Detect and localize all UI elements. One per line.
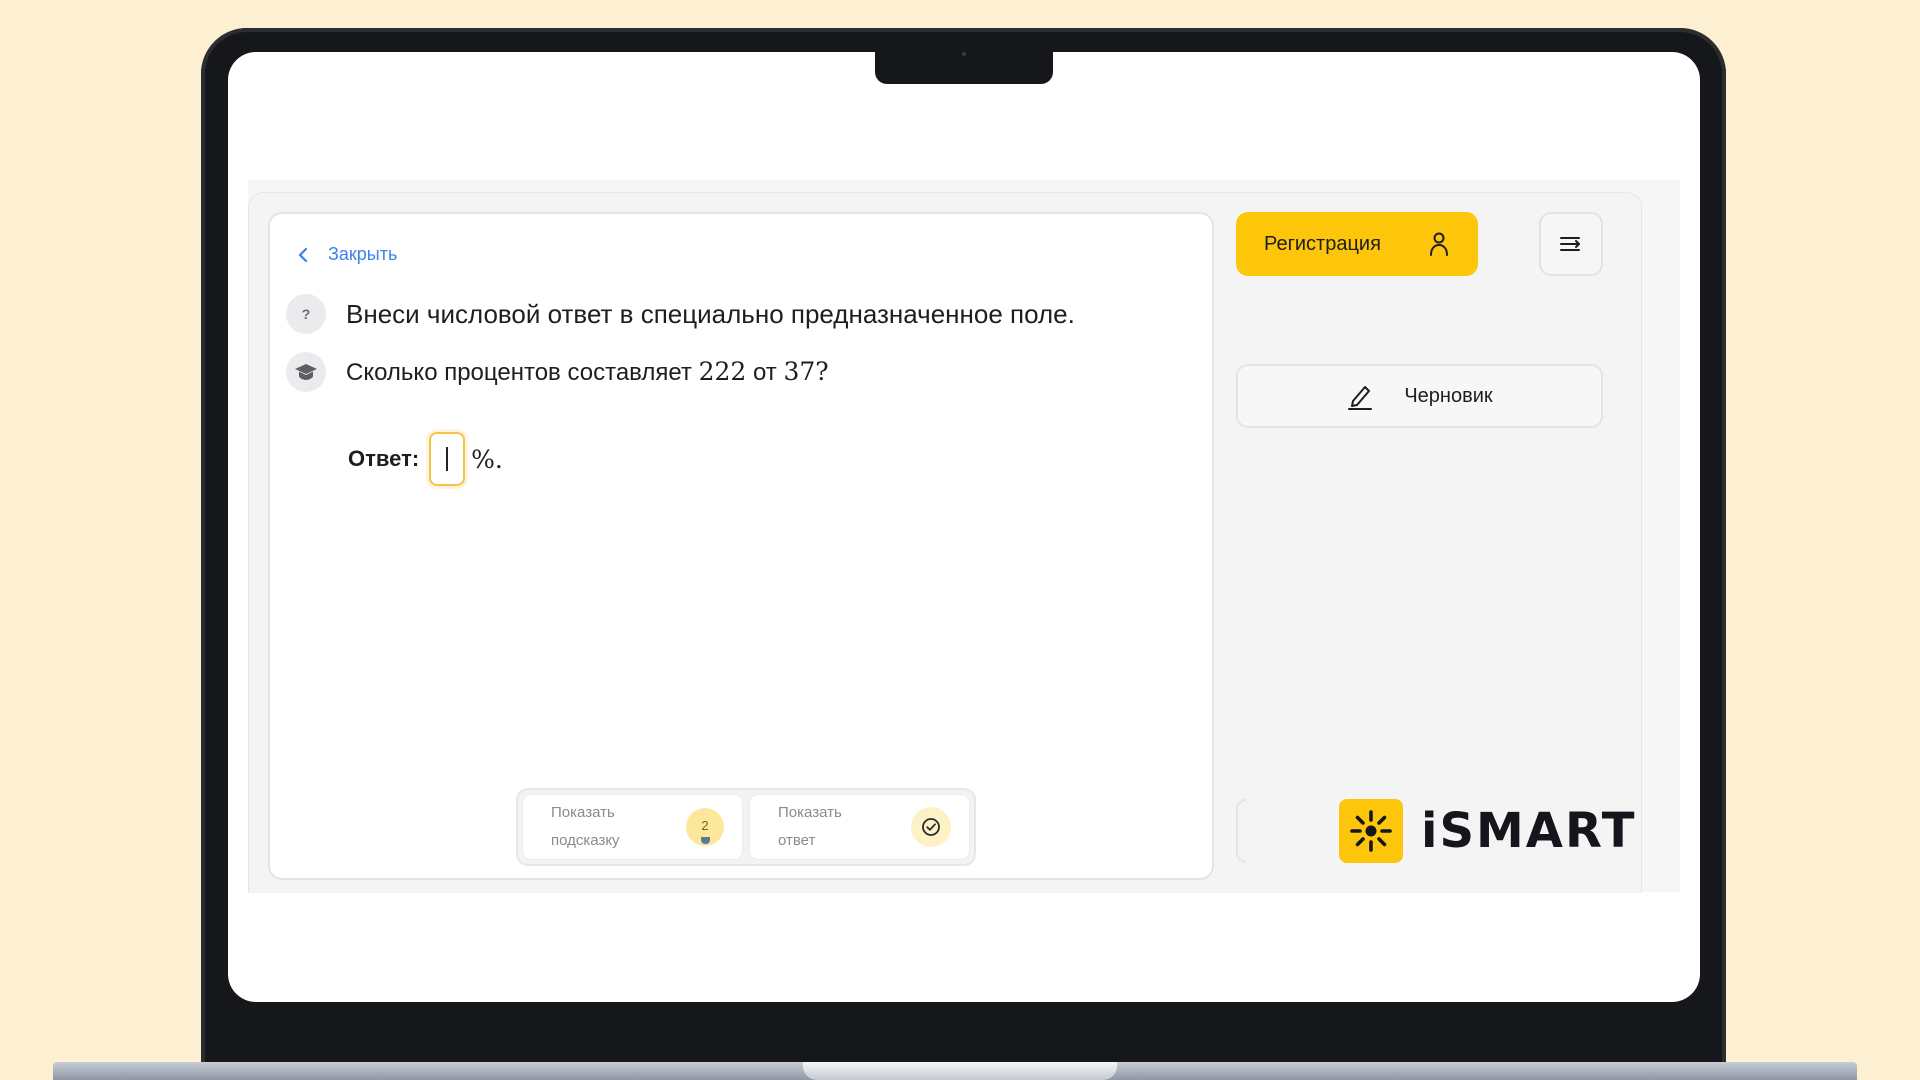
question-mid: от [752, 359, 777, 386]
question-mark-icon: ? [286, 294, 326, 334]
draft-label: Черновик [1404, 384, 1493, 407]
text-caret [446, 447, 449, 471]
pencil-icon [1348, 386, 1373, 410]
check-circle-icon [911, 807, 951, 847]
ismart-logo: iSMART [1339, 799, 1636, 863]
close-label: Закрыть [328, 244, 398, 264]
instruction-text: Внеси числовой ответ в специально предна… [346, 298, 1075, 329]
lightbulb-base [701, 837, 710, 844]
question-number-b: 37? [783, 357, 829, 386]
show-answer-line2: ответ [778, 832, 816, 849]
task-card: Закрыть ? Внеси числовой ответ в специал… [268, 212, 1214, 880]
answer-suffix: %. [471, 444, 503, 474]
show-answer-button[interactable]: Показать ответ [749, 794, 970, 860]
graduation-cap-icon [286, 352, 326, 392]
logo-wordmark: iSMART [1421, 803, 1637, 859]
menu-icon [1560, 237, 1580, 251]
question-text: Сколько процентов составляет 222 от 37? [346, 357, 829, 387]
question-number-a: 222 [698, 357, 747, 386]
show-hint-line2: подсказку [551, 832, 620, 849]
panel-edge [1236, 799, 1246, 863]
question-row: Сколько процентов составляет 222 от 37? [286, 352, 829, 392]
question-prefix: Сколько процентов составляет [346, 359, 692, 386]
laptop-base-notch [803, 1062, 1117, 1080]
show-hint-line1: Показать [551, 804, 615, 821]
camera-notch [875, 40, 1053, 84]
sun-logo-icon [1339, 799, 1403, 863]
register-button[interactable]: Регистрация [1236, 212, 1478, 276]
show-answer-label: Показать ответ [778, 799, 842, 855]
register-label: Регистрация [1264, 232, 1381, 255]
hint-count-badge: 2 [701, 817, 709, 833]
hint-bar: Показать подсказку 2 Показать ответ [516, 788, 976, 866]
draft-button[interactable]: Черновик [1236, 364, 1603, 428]
show-hint-button[interactable]: Показать подсказку 2 [522, 794, 743, 860]
menu-button[interactable] [1539, 212, 1603, 276]
answer-label: Ответ: [348, 446, 420, 471]
show-answer-line1: Показать [778, 804, 842, 821]
instruction-row: ? Внеси числовой ответ в специально пред… [286, 294, 1075, 334]
close-link[interactable]: Закрыть [298, 244, 397, 265]
show-hint-label: Показать подсказку [551, 799, 620, 855]
lightbulb-icon: 2 [686, 808, 724, 846]
answer-input[interactable] [429, 432, 466, 486]
chevron-left-icon [298, 247, 308, 262]
camera-lens [962, 52, 966, 56]
laptop-screen: Закрыть ? Внеси числовой ответ в специал… [228, 52, 1700, 1002]
answer-row: Ответ: %. [348, 432, 503, 486]
user-icon [1430, 232, 1448, 256]
